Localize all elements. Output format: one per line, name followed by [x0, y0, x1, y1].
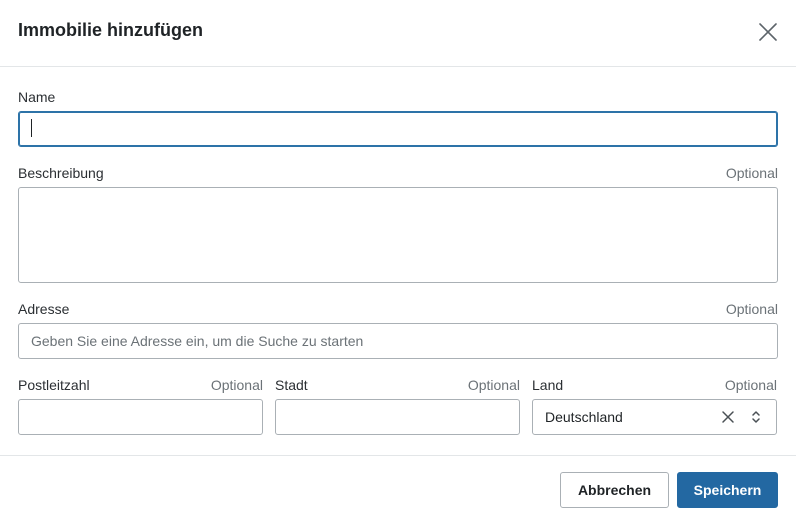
dialog-title: Immobilie hinzufügen — [18, 20, 203, 40]
cancel-button[interactable]: Abbrechen — [560, 472, 669, 508]
address-optional-hint: Optional — [725, 301, 778, 317]
chevron-up-down-icon[interactable] — [750, 408, 762, 426]
city-input[interactable] — [275, 399, 520, 435]
city-label: Stadt — [275, 377, 308, 393]
postal-code-optional-hint: Optional — [210, 377, 263, 393]
clear-icon[interactable] — [720, 409, 736, 425]
description-optional-hint: Optional — [725, 165, 778, 181]
description-textarea[interactable] — [18, 187, 778, 283]
address-search-input[interactable] — [18, 323, 778, 359]
close-icon[interactable] — [756, 20, 780, 44]
save-button[interactable]: Speichern — [677, 472, 778, 508]
address-label: Adresse — [18, 301, 70, 317]
name-label: Name — [18, 89, 56, 105]
text-caret — [31, 119, 32, 137]
postal-code-label: Postleitzahl — [18, 377, 90, 393]
postal-code-input[interactable] — [18, 399, 263, 435]
description-label: Beschreibung — [18, 165, 104, 181]
country-selected-value: Deutschland — [545, 409, 623, 425]
country-optional-hint: Optional — [724, 377, 777, 393]
add-property-dialog: Immobilie hinzufügen Name Beschreibung O… — [0, 0, 796, 521]
city-optional-hint: Optional — [467, 377, 520, 393]
name-input[interactable] — [18, 111, 778, 147]
dialog-header: Immobilie hinzufügen — [0, 0, 796, 67]
country-label: Land — [532, 377, 564, 393]
